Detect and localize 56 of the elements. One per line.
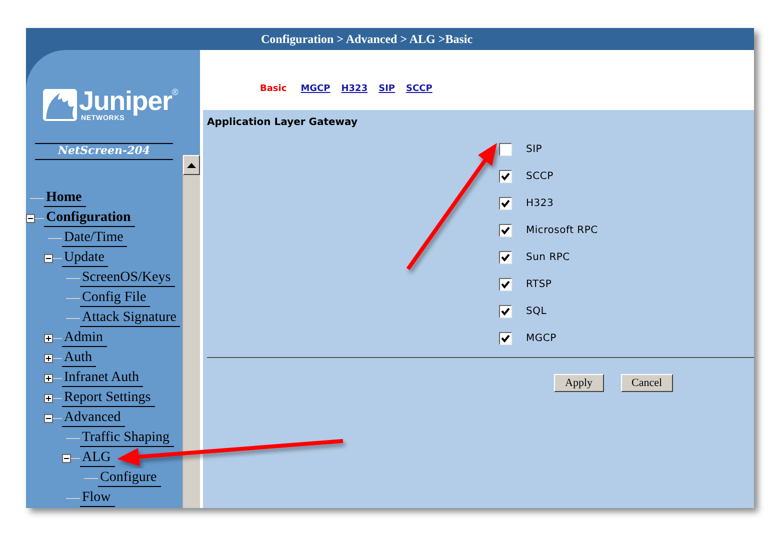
checkbox[interactable] [499, 170, 512, 183]
option-label: H323 [526, 197, 554, 211]
tree-link[interactable]: Flow [80, 490, 115, 506]
tab[interactable]: H323 [341, 82, 368, 96]
checkbox[interactable] [499, 305, 512, 318]
tree-link[interactable]: Report Settings [62, 390, 155, 406]
plus-toggle-icon[interactable] [44, 374, 53, 382]
tree-link[interactable]: Traffic Shaping [80, 430, 174, 446]
tab[interactable]: SIP [378, 82, 396, 96]
minus-toggle-icon[interactable] [62, 454, 71, 462]
minus-toggle-icon[interactable] [44, 254, 53, 262]
tree-link[interactable]: Admin [62, 330, 107, 346]
leaf-logo-icon [43, 88, 77, 121]
trademark-mark: ® [172, 88, 178, 97]
tree-link[interactable]: Configuration [44, 210, 135, 226]
option-label: RTSP [526, 278, 552, 292]
minus-toggle-icon[interactable] [44, 414, 53, 422]
checkbox[interactable] [499, 143, 512, 156]
tab[interactable]: SCCP [406, 82, 432, 96]
tree-link[interactable]: ScreenOS/Keys [80, 270, 175, 286]
logo-text: Juniper [79, 88, 172, 115]
option-label: Microsoft RPC [526, 224, 598, 238]
device-name: NetScreen-204 [58, 143, 150, 160]
option-label: SQL [526, 305, 547, 319]
option-label: MGCP [526, 332, 556, 346]
tree-link[interactable]: Update [62, 250, 108, 266]
checkbox[interactable] [499, 224, 512, 237]
tree-link[interactable]: ALG [80, 450, 115, 466]
panel-title: Application Layer Gateway [207, 116, 359, 130]
option-label: SCCP [526, 170, 554, 184]
tree-link[interactable]: Date/Time [62, 230, 128, 246]
tree-link[interactable]: Auth [62, 350, 96, 366]
tree-link[interactable]: Configure [98, 470, 161, 486]
option-label: Sun RPC [526, 251, 570, 265]
plus-toggle-icon[interactable] [44, 334, 53, 342]
checkbox[interactable] [499, 278, 512, 291]
checkbox[interactable] [499, 197, 512, 210]
form-button[interactable]: Apply [554, 374, 604, 392]
option-label: SIP [526, 143, 542, 157]
breadcrumb: Configuration > Advanced > ALG >Basic [261, 31, 473, 48]
plus-toggle-icon[interactable] [44, 354, 53, 362]
up-triangle-icon [187, 162, 196, 168]
plus-toggle-icon[interactable] [44, 394, 53, 402]
tab[interactable]: Basic [260, 82, 287, 96]
checkbox[interactable] [499, 332, 512, 345]
scrollbar[interactable] [182, 155, 200, 508]
tree-link[interactable]: Config File [80, 290, 150, 306]
tree-link[interactable]: Infranet Auth [62, 370, 144, 386]
form-button[interactable]: Cancel [620, 374, 674, 392]
scroll-up-button[interactable] [183, 155, 200, 175]
tree-link[interactable]: Advanced [62, 410, 125, 426]
tree-link[interactable]: Attack Signature [80, 310, 180, 326]
minus-toggle-icon[interactable] [26, 214, 35, 222]
tab[interactable]: MGCP [300, 82, 330, 96]
checkbox[interactable] [499, 251, 512, 264]
tree-link[interactable]: Home [44, 190, 86, 206]
